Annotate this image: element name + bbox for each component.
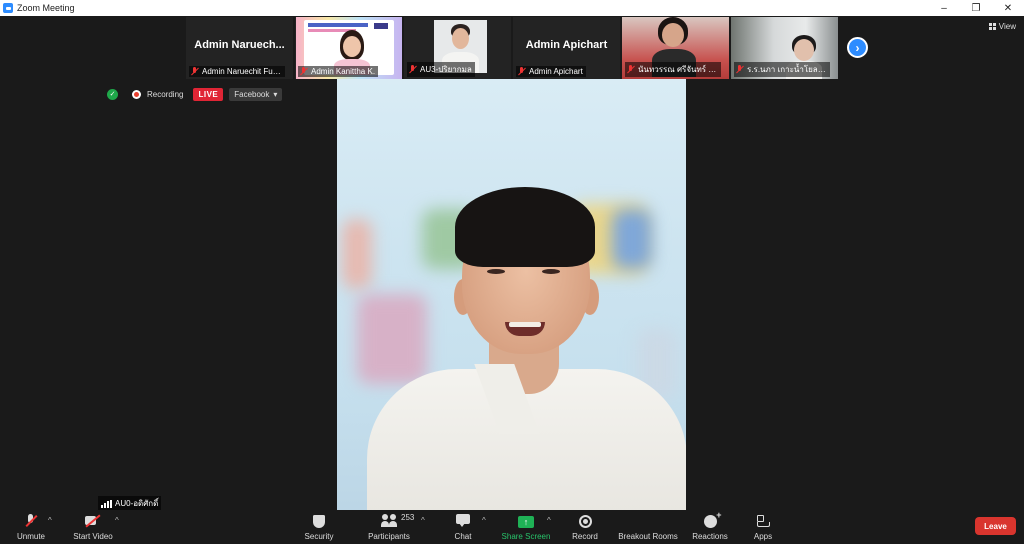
muted-mic-icon	[517, 67, 526, 76]
muted-mic-icon	[735, 65, 744, 74]
muted-mic-icon	[190, 67, 199, 76]
participant-display-name: Admin Apichart	[525, 39, 608, 51]
participant-name-label: Admin Kanittha K.	[298, 66, 379, 77]
video-off-icon	[85, 513, 101, 528]
participant-tile[interactable]: AU3-ปริยากมล	[404, 17, 511, 79]
view-button[interactable]: View	[988, 22, 1016, 31]
livestream-platform-label: Facebook	[234, 89, 270, 99]
participant-name-label: Admin Naruechit Funp...	[189, 66, 285, 77]
participants-options-caret[interactable]: ^	[421, 516, 425, 525]
audio-options-caret[interactable]: ^	[48, 516, 52, 525]
record-button[interactable]: Record	[570, 510, 600, 544]
encryption-shield-icon[interactable]: ✓	[107, 88, 118, 100]
share-screen-icon: ↑	[518, 516, 534, 528]
breakout-rooms-icon	[641, 514, 655, 528]
close-button[interactable]: ✕	[992, 0, 1024, 16]
participant-name-label: นันทวรรณ ศรีจันทร์ โรงเรี...	[625, 62, 721, 77]
maximize-button[interactable]: ❐	[960, 0, 992, 16]
minimize-button[interactable]: –	[928, 0, 960, 16]
self-view-name-label: AU0-อดิศักดิ์	[98, 496, 162, 511]
reactions-button[interactable]: Reactions	[690, 510, 730, 544]
participant-tile[interactable]: ร.ร.นภา เกาะน้ำโยล - โร...	[731, 17, 838, 79]
apps-icon	[755, 513, 771, 528]
participant-tile[interactable]: นันทวรรณ ศรีจันทร์ โรงเรี...	[622, 17, 729, 79]
share-options-caret[interactable]: ^	[547, 516, 551, 525]
participant-tile[interactable]: Admin Apichart Admin Apichart	[513, 17, 620, 79]
share-screen-button[interactable]: ↑ Share Screen	[500, 510, 552, 544]
participant-name-label: ร.ร.นภา เกาะน้ำโยล - โร...	[734, 62, 830, 77]
record-icon	[578, 515, 592, 528]
view-label: View	[998, 22, 1016, 31]
window-title: Zoom Meeting	[17, 3, 75, 13]
zoom-meeting-window: Zoom Meeting – ❐ ✕ View Admin Naruech...…	[0, 0, 1024, 544]
muted-microphone-icon	[23, 513, 39, 528]
recording-status-bar: ✓ Recording LIVE Facebook ▾	[107, 86, 283, 102]
shield-icon	[313, 515, 325, 528]
chat-options-caret[interactable]: ^	[482, 516, 486, 525]
video-options-caret[interactable]: ^	[115, 516, 119, 525]
grid-icon	[988, 23, 996, 30]
chevron-down-icon: ▾	[273, 89, 278, 99]
unmute-button[interactable]: Unmute	[12, 510, 50, 544]
meeting-toolbar: Unmute ^ Start Video ^ Security Particip…	[0, 510, 1024, 544]
participant-tile[interactable]: Admin Naruech... Admin Naruechit Funp...	[186, 17, 293, 79]
chat-button[interactable]: Chat	[450, 510, 476, 544]
breakout-rooms-button[interactable]: Breakout Rooms	[616, 510, 680, 544]
zoom-logo-icon	[3, 3, 13, 13]
chat-bubble-icon	[455, 513, 471, 528]
security-button[interactable]: Security	[300, 510, 338, 544]
participant-display-name: Admin Naruech...	[194, 39, 285, 51]
chevron-right-icon: ›	[855, 40, 860, 55]
livestream-platform-dropdown[interactable]: Facebook ▾	[229, 87, 283, 101]
next-page-arrow-button[interactable]: ›	[847, 37, 868, 58]
muted-mic-icon	[626, 65, 635, 74]
leave-button[interactable]: Leave	[975, 517, 1016, 535]
participant-tile[interactable]: Admin Kanittha K.	[295, 17, 402, 79]
muted-mic-icon	[299, 67, 308, 76]
participants-icon	[381, 513, 397, 528]
smiley-plus-icon	[703, 510, 722, 528]
recording-label: Recording	[147, 89, 184, 99]
participant-name-label: AU3-ปริยากมล	[407, 62, 475, 77]
window-controls: – ❐ ✕	[928, 0, 1024, 16]
signal-strength-icon	[101, 499, 112, 508]
apps-button[interactable]: Apps	[750, 510, 776, 544]
recording-dot-icon	[132, 89, 141, 99]
title-bar: Zoom Meeting – ❐ ✕	[0, 0, 1024, 16]
start-video-button[interactable]: Start Video	[68, 510, 118, 544]
live-badge[interactable]: LIVE	[193, 87, 224, 101]
participants-count: 253	[401, 513, 415, 522]
active-speaker-video	[337, 79, 686, 510]
muted-mic-icon	[408, 65, 417, 74]
participant-name-label: Admin Apichart	[516, 66, 586, 77]
